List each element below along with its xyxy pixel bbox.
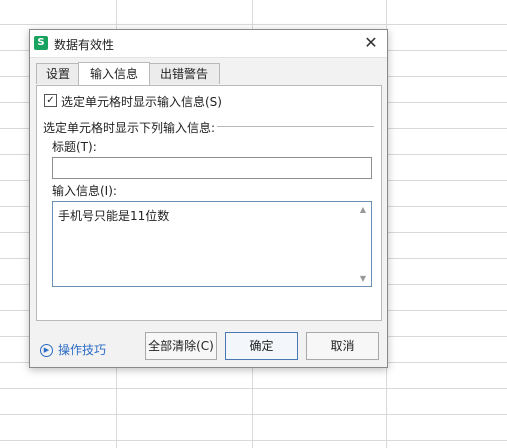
input-message-panel: ✓ 选定单元格时显示输入信息(S) 选定单元格时显示下列输入信息: 标题(T):… xyxy=(36,85,382,321)
triangle-down-icon[interactable]: ▼ xyxy=(358,274,368,283)
dialog-title: 数据有效性 xyxy=(54,38,115,52)
title-input[interactable] xyxy=(52,157,372,179)
tips-label[interactable]: 操作技巧 xyxy=(58,343,106,357)
data-validation-dialog: S 数据有效性 ✕ 设置 输入信息 出错警告 ✓ 选定单元格时显示输入信息(S)… xyxy=(29,29,388,368)
show-input-message-label[interactable]: 选定单元格时显示输入信息(S) xyxy=(61,93,222,110)
tab-error-alert[interactable]: 出错警告 xyxy=(148,63,220,84)
clear-all-button[interactable]: 全部清除(C) xyxy=(145,332,217,360)
tab-input-message[interactable]: 输入信息 xyxy=(78,62,150,85)
app-logo-icon: S xyxy=(34,36,48,50)
group-label: 选定单元格时显示下列输入信息: xyxy=(43,121,216,135)
triangle-up-icon[interactable]: ▲ xyxy=(358,205,368,214)
message-textarea[interactable]: 手机号只能是11位数 ▲ ▼ xyxy=(52,201,372,287)
message-label: 输入信息(I): xyxy=(52,184,117,198)
close-icon[interactable]: ✕ xyxy=(361,33,381,53)
dialog-titlebar: S 数据有效性 ✕ xyxy=(30,30,387,58)
check-icon[interactable]: ✓ xyxy=(44,94,57,107)
cancel-button[interactable]: 取消 xyxy=(306,332,379,360)
group-divider xyxy=(217,126,374,127)
tips-link[interactable]: ▶ 操作技巧 xyxy=(40,341,106,357)
tab-settings[interactable]: 设置 xyxy=(36,63,80,84)
play-circle-icon: ▶ xyxy=(40,344,53,357)
ok-button[interactable]: 确定 xyxy=(225,332,298,360)
title-label: 标题(T): xyxy=(52,140,97,154)
message-text: 手机号只能是11位数 xyxy=(58,209,170,223)
